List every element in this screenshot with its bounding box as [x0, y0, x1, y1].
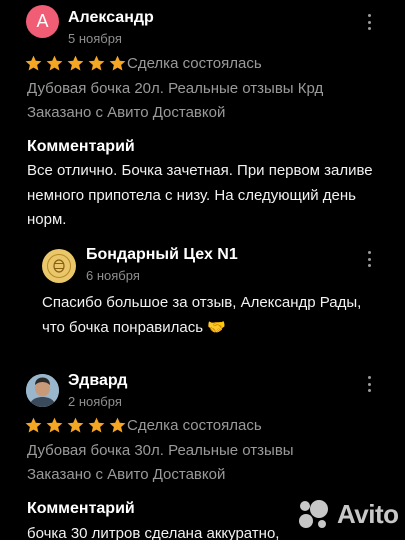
star-icon — [67, 417, 84, 433]
star-icon — [25, 417, 42, 433]
avito-logo-icon — [299, 500, 328, 528]
reviews-page: А Александр 5 ноября Сделка состоялась Д… — [0, 0, 405, 540]
review-item-title[interactable]: Дубовая бочка 30л. Реальные отзывы — [27, 442, 294, 459]
avito-wordmark: Avito — [337, 498, 399, 529]
barrel-logo-icon — [47, 254, 71, 278]
comment-heading: Комментарий — [27, 138, 135, 155]
reply-date: 6 ноября — [86, 268, 140, 283]
delivery-note: Заказано с Авито Доставкой — [27, 466, 226, 483]
more-options-icon[interactable] — [363, 249, 375, 269]
deal-status: Сделка состоялась — [127, 417, 262, 434]
star-icon — [46, 417, 63, 433]
rating-stars — [24, 416, 127, 435]
deal-status: Сделка состоялась — [127, 55, 262, 72]
avatar-letter: А — [36, 11, 49, 31]
seller-reply-text: Спасибо большое за отзыв, Александр Рады… — [42, 294, 362, 336]
review-item-title[interactable]: Дубовая бочка 20л. Реальные отзывы Крд — [27, 80, 323, 97]
seller-avatar[interactable] — [42, 249, 76, 283]
star-icon — [88, 417, 105, 433]
comment-text: Все отлично. Бочка зачетная. При первом … — [27, 162, 373, 228]
review-date: 2 ноября — [68, 394, 122, 409]
star-icon — [25, 55, 42, 71]
seller-name[interactable]: Бондарный Цех N1 — [86, 246, 238, 264]
more-options-icon[interactable] — [363, 12, 375, 32]
more-options-icon[interactable] — [363, 374, 375, 394]
star-icon — [46, 55, 63, 71]
review-author[interactable]: Эдвард — [68, 372, 127, 390]
rating-stars — [24, 54, 127, 73]
review-author[interactable]: Александр — [68, 9, 154, 27]
avatar[interactable] — [26, 374, 59, 407]
avito-watermark: Avito — [297, 496, 399, 532]
star-icon — [109, 55, 126, 71]
user-photo-icon — [26, 374, 59, 407]
star-icon — [67, 55, 84, 71]
comment-heading: Комментарий — [27, 500, 135, 517]
star-icon — [88, 55, 105, 71]
delivery-note: Заказано с Авито Доставкой — [27, 104, 226, 121]
avatar[interactable]: А — [26, 5, 59, 38]
review-date: 5 ноября — [68, 31, 122, 46]
star-icon — [109, 417, 126, 433]
